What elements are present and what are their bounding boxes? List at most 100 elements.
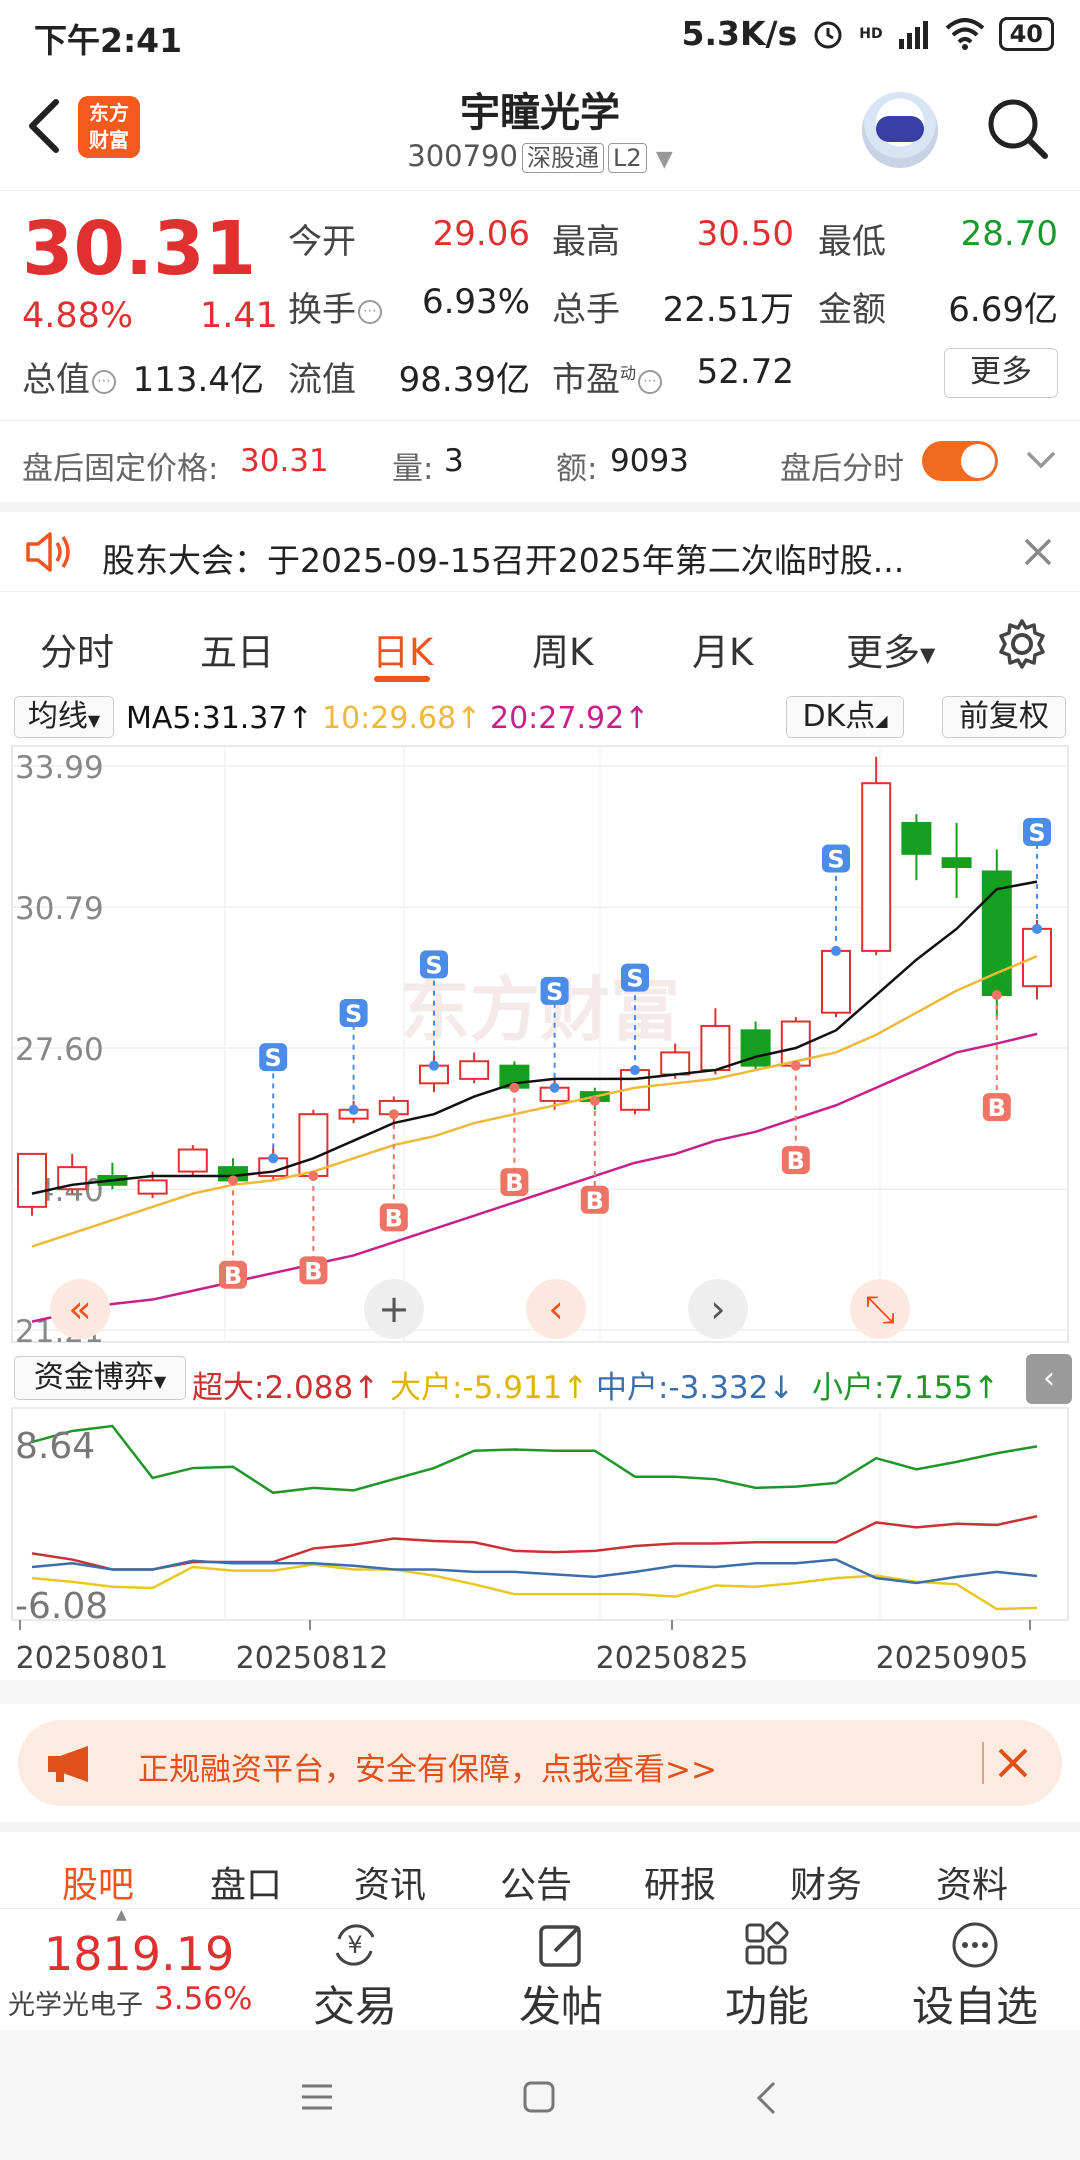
candle-body (700, 1024, 731, 1072)
candle (17, 1152, 47, 1216)
sector-pct: 3.56% (154, 1981, 253, 2017)
after-hours-toggle[interactable] (922, 441, 998, 481)
candle-body (941, 857, 972, 869)
back-nav-icon[interactable] (754, 2080, 778, 2116)
fullscreen-icon[interactable]: ⤡ (850, 1279, 910, 1339)
control-glyph: ‹ (548, 1287, 563, 1331)
chart-frame (11, 1407, 1069, 1621)
adjust-button[interactable]: 前复权 (942, 696, 1066, 738)
tab-forum[interactable]: 股吧 (62, 1856, 134, 1908)
yen-refresh-icon: ¥ (335, 1924, 375, 1966)
robot-assistant-avatar[interactable] (862, 92, 938, 168)
home-icon[interactable] (522, 2080, 556, 2114)
tab-announcements[interactable]: 公告 (500, 1856, 572, 1908)
scroll-left-icon[interactable]: ‹ (526, 1279, 586, 1339)
trade-button[interactable]: ¥ 交易 (280, 1919, 430, 2034)
info-icon: ⋯ (358, 299, 382, 324)
active-tab-underline (374, 676, 430, 682)
status-bar: 下午2:41 5.3K/s HD 40 (0, 0, 1080, 66)
tab-daily-k[interactable]: 日K (372, 622, 433, 676)
after-hours-bar: 盘后固定价格: 30.31 量: 3 额: 9093 盘后分时 (0, 420, 1080, 500)
hd-label: HD (859, 25, 883, 42)
dk-point-button[interactable]: DK点◢ (786, 696, 904, 738)
x-tick-label: 20250825 (596, 1641, 749, 1676)
signal-label: B (988, 1094, 1006, 1122)
candle (740, 1021, 771, 1071)
market-cap-label[interactable]: 总值 ⋯ (22, 352, 116, 401)
add-watchlist-button[interactable]: 设自选 (900, 1919, 1050, 2034)
pe-label[interactable]: 市盈动 ⋯ (552, 352, 663, 401)
candlestick-chart[interactable]: 33.9930.7927.6024.4021.21东方财富BSBSBSBSBSB… (0, 744, 1080, 1344)
tab-finance[interactable]: 财务 (790, 1856, 862, 1908)
tab-monthly-k[interactable]: 月K (692, 622, 753, 676)
signal-label: B (224, 1262, 242, 1290)
control-glyph: + (378, 1287, 410, 1331)
after-hours-amt: 9093 (610, 443, 689, 479)
change-amount: 1.41 (200, 296, 278, 336)
candle-body (177, 1148, 208, 1173)
fund-flow-bar: 资金博弈▼ 超大:2.088↑ 大户:-5.911↑ 中户:-3.332↓ 小户… (0, 1352, 1080, 1406)
sell-signal: S (822, 844, 850, 956)
sell-signal: S (339, 998, 368, 1115)
bottom-action-bar: ▲ 1819.19 光学光电子 3.56% ¥ 交易 发帖 功能 设自选 (0, 1907, 1080, 2031)
collapse-panel-button[interactable]: ‹ (1026, 1354, 1072, 1404)
gear-icon[interactable] (996, 618, 1048, 670)
turnover-label[interactable]: 换手 ⋯ (288, 282, 382, 331)
candle-body (137, 1179, 168, 1195)
close-icon[interactable] (1022, 536, 1054, 568)
signal-label: S (827, 845, 844, 873)
post-button[interactable]: 发帖 (486, 1919, 636, 2034)
tab-five-day[interactable]: 五日 (200, 622, 274, 676)
candle (700, 1008, 731, 1075)
section-gap (0, 1680, 1080, 1704)
tab-news[interactable]: 资讯 (354, 1856, 426, 1908)
amount-label: 金额 (818, 290, 886, 330)
ma10-value: 10:29.68↑ (322, 701, 482, 736)
grid-icon (745, 1921, 789, 1965)
sector-name: 光学光电子 (8, 1990, 143, 2021)
financing-ad-banner[interactable]: 正规融资平台，安全有保障，点我查看>> (18, 1720, 1062, 1806)
buy-signal: B (500, 1082, 529, 1197)
close-icon[interactable] (996, 1746, 1030, 1780)
tab-more[interactable]: 更多▼ (846, 622, 935, 676)
signal-label: B (505, 1169, 523, 1197)
fund-flow-selector[interactable]: 资金博弈▼ (14, 1356, 186, 1400)
more-button[interactable]: 更多 (944, 348, 1058, 398)
ma5-value: MA5:31.37↑ (126, 701, 313, 736)
scroll-start-icon[interactable]: « (50, 1279, 110, 1339)
buy-signal: B (219, 1175, 247, 1290)
fund-flow-chart[interactable]: 8.64 -6.08 20250801 20250812 20250825 2025090… (0, 1404, 1080, 1704)
megaphone-icon (48, 1746, 88, 1782)
tab-weekly-k[interactable]: 周K (532, 622, 593, 676)
wifi-icon (945, 17, 984, 50)
candle-body (821, 949, 851, 1014)
candle (97, 1162, 128, 1190)
large-value: 大户:-5.911↑ (390, 1370, 589, 1406)
tab-orderbook[interactable]: 盘口 (210, 1856, 282, 1908)
ma-selector[interactable]: 均线▼ (14, 696, 114, 738)
sector-index[interactable]: ▲ 1819.19 光学光电子 3.56% (0, 1907, 270, 2031)
info-tabs: 股吧 盘口 资讯 公告 研报 财务 资料 (0, 1822, 1080, 1917)
zoom-in-icon[interactable]: + (364, 1279, 424, 1339)
ad-text: 正规融资平台，安全有保障，点我查看>> (138, 1752, 717, 1788)
tab-intraday[interactable]: 分时 (40, 622, 114, 676)
search-icon[interactable] (985, 96, 1051, 162)
stock-code: 300790 (407, 139, 518, 173)
after-hours-price-label: 盘后固定价格: (22, 451, 219, 487)
control-glyph: › (710, 1287, 725, 1331)
info-icon: ⋯ (638, 369, 663, 394)
chevron-down-icon[interactable] (1024, 447, 1058, 473)
medium-value: 中户:-3.332↓ (596, 1370, 795, 1406)
notice-banner[interactable]: 股东大会：于2025-09-15召开2025年第二次临时股... (0, 502, 1080, 592)
tab-profile[interactable]: 资料 (936, 1856, 1008, 1908)
float-cap-label: 流值 (288, 360, 356, 400)
scroll-right-icon[interactable]: › (688, 1279, 748, 1339)
function-button[interactable]: 功能 (692, 1919, 842, 2034)
candle-body (660, 1051, 691, 1076)
tab-research[interactable]: 研报 (644, 1856, 716, 1908)
after-hours-price: 30.31 (240, 443, 329, 479)
signal-label: S (265, 1044, 282, 1072)
menu-icon[interactable] (300, 2082, 334, 2112)
candle (861, 756, 892, 956)
signal-label: B (787, 1147, 805, 1175)
